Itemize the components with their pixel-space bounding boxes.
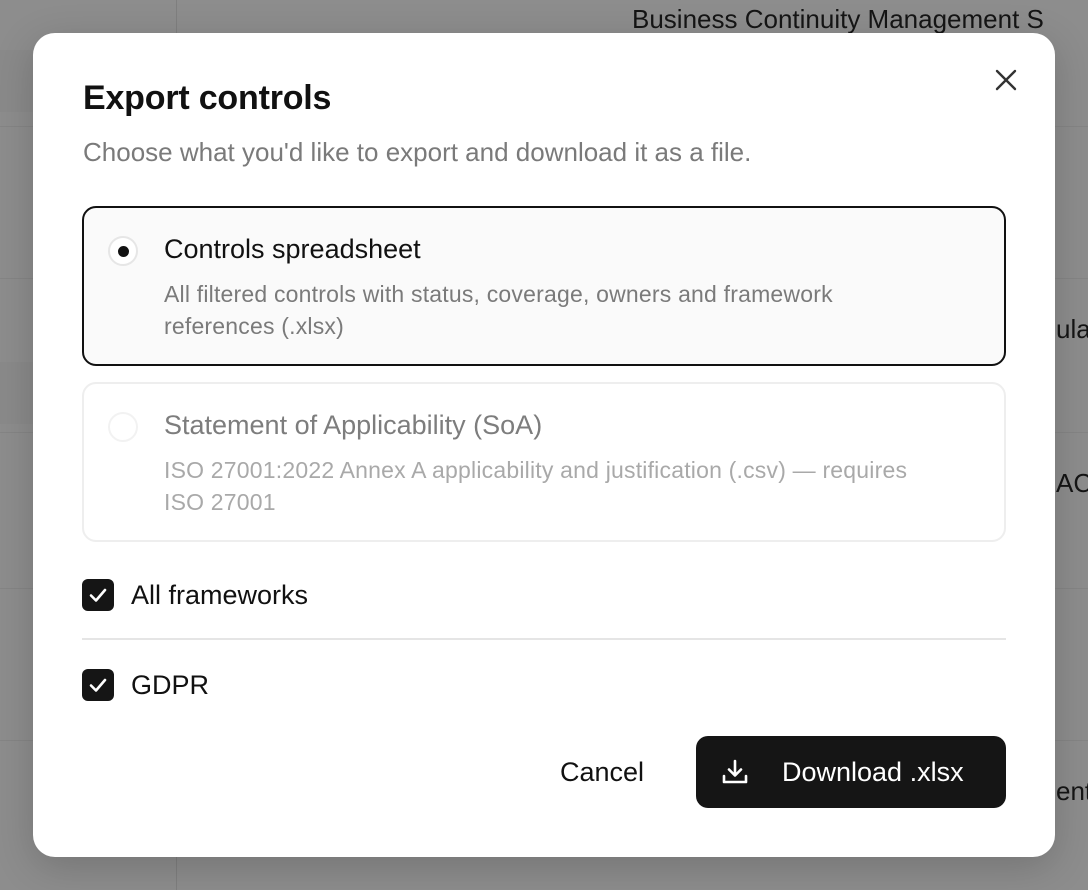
bg-row-text: ula [1056, 314, 1088, 344]
cancel-button[interactable]: Cancel [539, 736, 665, 808]
export-controls-dialog: Export controls Choose what you'd like t… [33, 33, 1055, 857]
checkbox-checked[interactable] [82, 579, 114, 611]
dialog-subtitle: Choose what you'd like to export and dow… [83, 137, 752, 167]
option-description: All filtered controls with status, cover… [164, 281, 833, 339]
bg-row-text: ent [1056, 776, 1088, 806]
bg-page-title: Business Continuity Management S [632, 4, 1044, 34]
option-controls-spreadsheet[interactable]: Controls spreadsheet All filtered contro… [82, 206, 1006, 366]
divider [82, 638, 1006, 640]
dialog-title: Export controls [83, 79, 332, 117]
checkbox-checked[interactable] [82, 669, 114, 701]
download-button[interactable]: Download .xlsx [696, 736, 1006, 808]
checkbox-label: GDPR [131, 669, 210, 700]
bg-row-text: AC) [1056, 468, 1088, 498]
option-description: ISO 27001:2022 Annex A applicability and… [164, 457, 908, 515]
download-button-label: Download .xlsx [782, 756, 964, 787]
checkbox-all-frameworks[interactable]: All frameworks [82, 579, 308, 611]
download-icon [722, 759, 748, 784]
option-statement-of-applicability: Statement of Applicability (SoA) ISO 270… [82, 382, 1006, 542]
close-icon [995, 69, 1017, 91]
close-button[interactable] [989, 63, 1023, 97]
radio-button-selected[interactable] [108, 236, 138, 266]
checkmark-icon [89, 588, 107, 602]
checkbox-label: All frameworks [131, 579, 309, 610]
radio-button-disabled [108, 412, 138, 442]
checkmark-icon [89, 678, 107, 692]
option-title: Statement of Applicability (SoA) [164, 410, 543, 440]
option-title: Controls spreadsheet [164, 234, 421, 264]
checkbox-gdpr[interactable]: GDPR [82, 669, 209, 701]
